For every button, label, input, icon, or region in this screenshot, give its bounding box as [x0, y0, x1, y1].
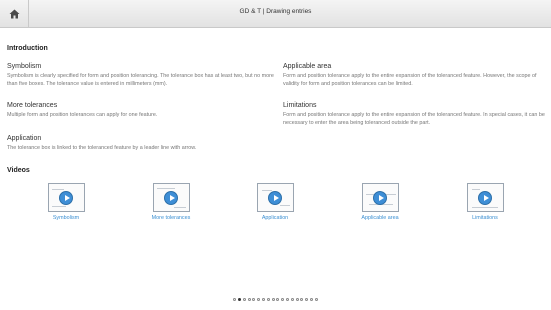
video-label: Symbolism: [52, 215, 80, 221]
page-dot[interactable]: [271, 298, 275, 301]
video-thumbnail: [361, 183, 399, 212]
page-dot[interactable]: [262, 298, 266, 301]
page-dot[interactable]: [266, 298, 270, 301]
more-tolerances-block: More tolerances Multiple form and positi…: [7, 102, 277, 119]
video-more-tolerances[interactable]: More tolerances: [126, 183, 216, 221]
page-indicator: [0, 298, 551, 301]
video-label: Applicable area: [361, 215, 399, 221]
video-thumbnail: [466, 183, 504, 212]
limitations-text: Form and position tolerance apply to the…: [283, 112, 545, 127]
symbolism-block: Symbolism Symbolism is clearly specified…: [7, 63, 277, 88]
video-thumbnail: [47, 183, 85, 212]
video-symbolism[interactable]: Symbolism: [21, 183, 111, 221]
page-dot[interactable]: [238, 298, 242, 301]
page-dot[interactable]: [285, 298, 289, 301]
video-application[interactable]: Application: [230, 183, 320, 221]
video-limitations[interactable]: Limitations: [440, 183, 530, 221]
page-dot[interactable]: [242, 298, 246, 301]
video-label: Limitations: [472, 215, 498, 221]
videos-heading: Videos: [7, 167, 30, 174]
top-bar: GD & T | Drawing entries: [0, 0, 551, 28]
applicable-area-block: Applicable area Form and position tolera…: [283, 63, 545, 88]
page-dot[interactable]: [276, 298, 280, 301]
play-icon: [163, 191, 178, 205]
page-dot[interactable]: [295, 298, 299, 301]
video-label: More tolerances: [151, 215, 191, 221]
page-dot[interactable]: [247, 298, 251, 301]
play-icon: [267, 191, 282, 205]
page-dot[interactable]: [305, 298, 309, 301]
page-title: GD & T | Drawing entries: [239, 8, 312, 15]
page-dot[interactable]: [257, 298, 261, 301]
symbolism-title: Symbolism: [7, 63, 42, 70]
play-icon: [372, 191, 387, 205]
more-tolerances-title: More tolerances: [7, 102, 58, 109]
application-text: The tolerance box is linked to the toler…: [7, 145, 197, 151]
page-dot[interactable]: [309, 298, 313, 301]
play-icon: [477, 191, 492, 205]
video-thumbnail: [152, 183, 190, 212]
more-tolerances-text: Multiple form and position tolerances ca…: [7, 112, 158, 118]
page-dot[interactable]: [290, 298, 294, 301]
page-dot[interactable]: [252, 298, 256, 301]
video-applicable-area[interactable]: Applicable area: [335, 183, 425, 221]
page-dot[interactable]: [281, 298, 285, 301]
page-dot[interactable]: [233, 298, 237, 301]
limitations-block: Limitations Form and position tolerance …: [283, 102, 545, 127]
symbolism-text: Symbolism is clearly specified for form …: [7, 73, 274, 88]
limitations-title: Limitations: [283, 102, 317, 109]
introduction-heading: Introduction: [7, 45, 48, 52]
play-icon: [58, 191, 73, 205]
page-dot[interactable]: [314, 298, 318, 301]
page-dot[interactable]: [300, 298, 304, 301]
video-thumbnail: [256, 183, 294, 212]
applicable-area-title: Applicable area: [283, 63, 332, 70]
application-block: Application The tolerance box is linked …: [7, 135, 277, 152]
video-label: Application: [261, 215, 289, 221]
application-title: Application: [7, 135, 42, 142]
applicable-area-text: Form and position tolerance apply to the…: [283, 73, 537, 88]
